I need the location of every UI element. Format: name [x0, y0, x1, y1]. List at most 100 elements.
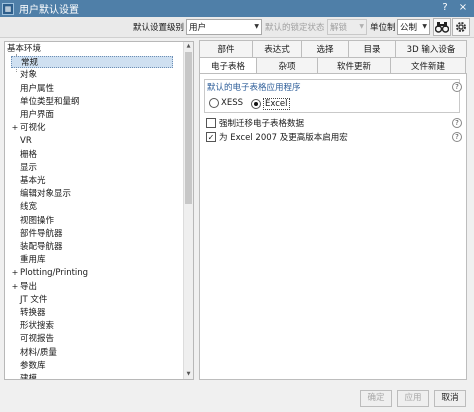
unit-label: 单位制 [370, 23, 396, 33]
force-migrate-checkbox[interactable]: 强制迁移电子表格数据 [206, 117, 304, 129]
force-migrate-label: 强制迁移电子表格数据 [219, 119, 305, 129]
tree-item-label: Plotting/Printing [20, 268, 89, 279]
tree-item[interactable]: 转换器 [11, 307, 46, 319]
tree-item-label: 导出 [20, 281, 38, 292]
tree-item-label: 形状搜索 [20, 321, 55, 332]
tree-item-label: 基本光 [20, 176, 46, 186]
tree-item-label: 材料/质量 [20, 347, 57, 358]
lock-select[interactable]: 解锁 ▼ [327, 19, 367, 35]
tree-item[interactable]: 装配导航器 [11, 241, 63, 253]
tree-item-label: 单位类型和量纲 [20, 96, 80, 107]
app-icon: ▦ [2, 2, 14, 15]
radio-xess-label: XESS [221, 98, 243, 108]
tree-item-label: 参数库 [20, 360, 46, 371]
tree-item[interactable]: 基本光 [11, 175, 46, 187]
tab-part[interactable]: 部件 [199, 40, 253, 57]
tree-item[interactable]: 单位类型和量纲 [11, 96, 80, 108]
tree-item[interactable]: 编辑对象显示 [11, 188, 71, 200]
tab-software-update[interactable]: 软件更新 [317, 57, 391, 74]
tree-item[interactable]: 可视报告 [11, 333, 54, 345]
help-icon[interactable]: ? [452, 82, 462, 92]
chevron-down-icon: ▼ [359, 23, 364, 30]
tab-spreadsheet[interactable]: 电子表格 [199, 57, 257, 74]
scroll-thumb[interactable] [185, 52, 192, 204]
cancel-button[interactable]: 取消 [434, 390, 466, 407]
tree-item[interactable]: 重用库 [11, 254, 46, 266]
tree-item-label: 部件导航器 [20, 228, 63, 239]
expand-icon[interactable]: + [11, 122, 19, 134]
chevron-down-icon: ▼ [422, 23, 427, 30]
spreadsheet-panel: 默认的电子表格应用程序 XESS Excel ? 强制迁移电子表格数据 ? ✓ … [199, 73, 467, 380]
tab-directory[interactable]: 目录 [348, 40, 396, 57]
help-icon[interactable]: ? [452, 118, 462, 128]
tab-3d-input[interactable]: 3D 输入设备 [395, 40, 467, 57]
tree-item-label: 重用库 [20, 255, 46, 266]
ok-button[interactable]: 确定 [360, 390, 392, 407]
tree-item-label: 显示 [20, 162, 38, 173]
spreadsheet-app-group: 默认的电子表格应用程序 XESS Excel [204, 79, 460, 113]
scroll-down-icon[interactable]: ▼ [184, 370, 193, 379]
tree-item[interactable]: JT 文件 [11, 294, 47, 306]
apply-button[interactable]: 应用 [397, 390, 429, 407]
tree-item-label: 可视报告 [20, 334, 55, 345]
excel2007-macro-checkbox[interactable]: ✓ 为 Excel 2007 及更高版本启用宏 [206, 131, 348, 143]
tab-misc[interactable]: 杂项 [256, 57, 318, 74]
scroll-up-icon[interactable]: ▲ [184, 42, 193, 51]
lock-value: 解锁 [330, 23, 348, 33]
tree-scrollbar[interactable]: ▲ ▼ [183, 42, 193, 379]
unit-value: 公制 [400, 23, 418, 33]
tab-row-top: 部件 表达式 选择 目录 3D 输入设备 [199, 40, 467, 57]
tree-item[interactable]: 材料/质量 [11, 347, 57, 359]
tree-item-label: 栅格 [20, 149, 38, 160]
level-select[interactable]: 用户 ▼ [186, 19, 262, 35]
help-icon[interactable]: ? [452, 132, 462, 142]
unit-select[interactable]: 公制 ▼ [397, 19, 430, 35]
tree-item[interactable]: 用户属性 [11, 83, 54, 95]
tree-item-label: VR [20, 136, 32, 147]
tab-expression[interactable]: 表达式 [252, 40, 302, 57]
tab-file-new[interactable]: 文件新建 [390, 57, 466, 74]
tab-row-bottom: 电子表格 杂项 软件更新 文件新建 [199, 57, 466, 74]
tree-item[interactable]: 视图操作 [11, 215, 54, 227]
tree-item-label: JT 文件 [20, 294, 48, 305]
title-bar: ▦ 用户默认设置 ? × [0, 0, 474, 17]
tab-selection[interactable]: 选择 [301, 40, 349, 57]
tree-item[interactable]: 部件导航器 [11, 228, 63, 240]
tree-item[interactable]: 建模 [11, 373, 37, 379]
chevron-down-icon: ▼ [254, 23, 259, 30]
tree-item-label: 转换器 [20, 308, 46, 318]
tree-item[interactable]: 基本环境 [7, 43, 41, 55]
radio-xess[interactable]: XESS [209, 98, 243, 108]
tree-item[interactable]: + 可视化 [11, 122, 46, 134]
tree-item-label: 基本环境 [7, 44, 42, 54]
tree-item[interactable]: 对象 [11, 69, 37, 81]
tree-item[interactable]: 形状搜索 [11, 320, 54, 332]
tree-item[interactable]: 线宽 [11, 201, 37, 213]
tree-item[interactable]: 用户界面 [11, 109, 54, 121]
tree-item[interactable]: + Plotting/Printing [11, 267, 88, 279]
tree-item[interactable]: 栅格 [11, 149, 37, 161]
tree-item[interactable]: 常规 [11, 56, 173, 69]
radio-button-icon [209, 98, 219, 108]
group-title: 默认的电子表格应用程序 [207, 83, 301, 93]
tree-item-label: 可视化 [20, 123, 46, 134]
level-label: 默认设置级别 [133, 23, 185, 33]
lock-label: 默认的锁定状态 [265, 23, 325, 33]
radio-excel-label: Excel [263, 98, 290, 110]
tree-item-label: 用户界面 [20, 110, 55, 120]
window-title: 用户默认设置 [19, 5, 79, 16]
binoculars-icon[interactable] [433, 18, 451, 36]
expand-icon[interactable]: + [11, 267, 19, 279]
help-button[interactable]: ? [438, 1, 452, 15]
tree-item[interactable]: + 导出 [11, 281, 37, 293]
excel2007-macro-label: 为 Excel 2007 及更高版本启用宏 [219, 133, 348, 143]
checkbox-checked-icon: ✓ [206, 132, 216, 142]
tree-item[interactable]: 参数库 [11, 360, 46, 372]
tree-item[interactable]: 显示 [11, 162, 37, 174]
radio-excel[interactable]: Excel [251, 98, 290, 110]
close-button[interactable]: × [456, 1, 470, 15]
tree-item-label: 线宽 [20, 202, 38, 213]
expand-icon[interactable]: + [11, 281, 19, 293]
tree-item[interactable]: VR [11, 135, 32, 147]
gear-icon[interactable] [452, 18, 470, 36]
